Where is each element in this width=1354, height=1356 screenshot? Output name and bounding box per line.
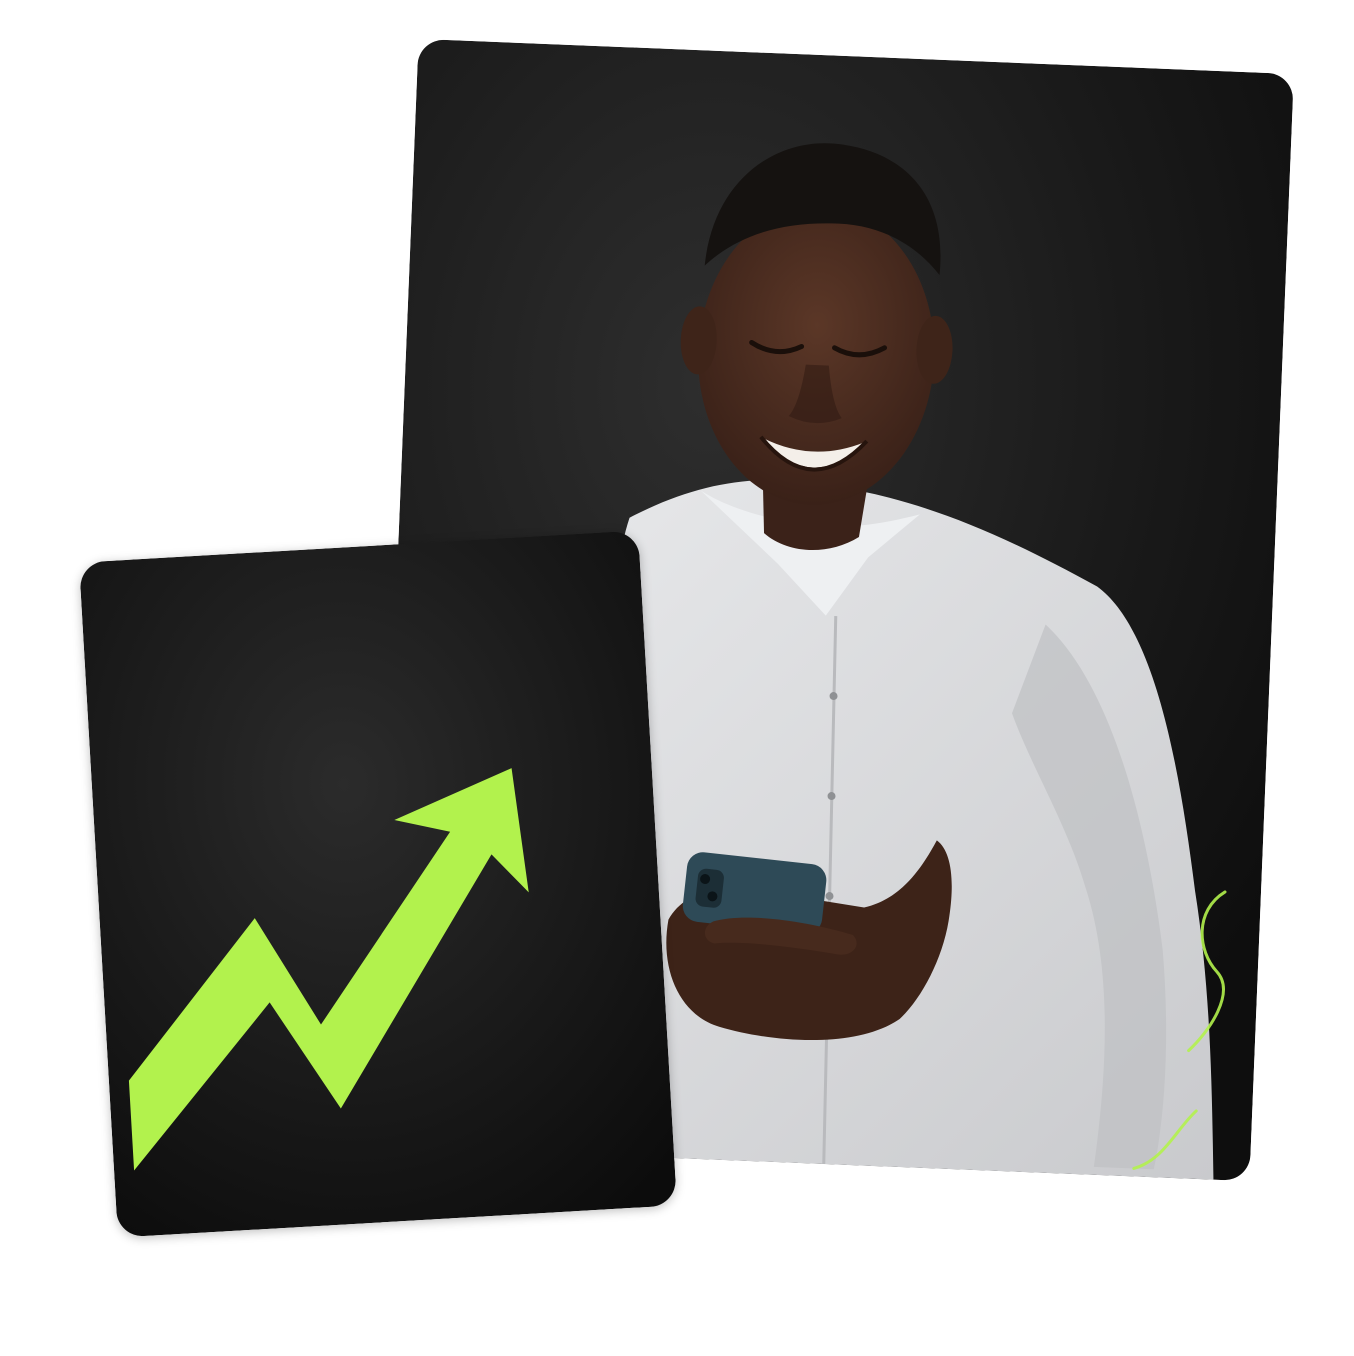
growth-card (79, 530, 677, 1238)
growth-card-art (79, 530, 677, 1238)
growth-card-background (79, 530, 677, 1238)
hero-illustration (0, 0, 1354, 1356)
